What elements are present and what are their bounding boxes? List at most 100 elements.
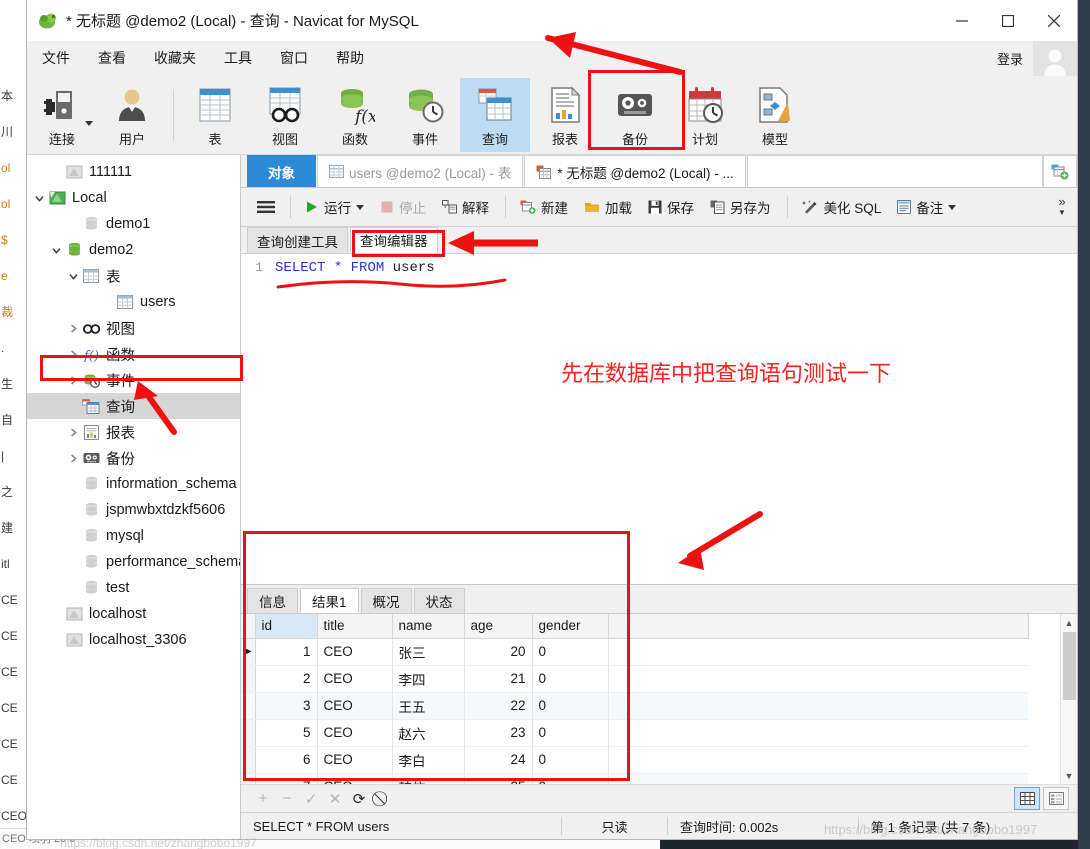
cell-title[interactable]: CEO [317, 746, 393, 774]
toolbar-button-user[interactable]: 用户 [97, 78, 167, 152]
tree-item-[interactable]: 视图 [27, 315, 240, 341]
toolbar-button-table[interactable]: 表 [180, 78, 250, 152]
cell-gender[interactable]: 0 [532, 665, 609, 693]
cell-gender[interactable]: 0 [532, 773, 609, 784]
tree-item-information_schema[interactable]: information_schema [27, 471, 240, 497]
explain-button[interactable]: 解释 [435, 194, 496, 220]
tab-info[interactable]: 信息 [247, 588, 298, 613]
column-header-title[interactable]: title [317, 614, 393, 639]
maximize-button[interactable] [985, 0, 1031, 41]
stop-circle-icon[interactable]: ⃠ [371, 788, 395, 810]
cell-gender[interactable]: 0 [532, 638, 609, 666]
cell-age[interactable]: 25 [464, 773, 533, 784]
chevron-right-icon[interactable] [65, 375, 81, 386]
chevron-right-icon[interactable] [65, 349, 81, 360]
comment-button[interactable]: 备注 [890, 194, 963, 220]
cell-age[interactable]: 21 [464, 665, 533, 693]
toolbar-button-backup[interactable]: 备份 [600, 78, 670, 152]
beautify-sql-button[interactable]: 美化 SQL [795, 194, 889, 220]
chevron-right-icon[interactable] [65, 323, 81, 334]
cancel-x-icon[interactable]: ✕ [323, 788, 347, 810]
cell-title[interactable]: CEO [317, 665, 393, 693]
table-row[interactable]: 3 CEO 王五 22 0 [241, 692, 1028, 720]
scroll-up-icon[interactable]: ▲ [1061, 614, 1078, 631]
cell-id[interactable]: 1 [255, 638, 318, 666]
sql-code-area[interactable]: 1 SELECT * FROM users 先在数据库中把查询语句测试一下 [241, 254, 1077, 584]
menu-help[interactable]: 帮助 [323, 44, 377, 72]
cell-age[interactable]: 23 [464, 719, 533, 747]
menu-file[interactable]: 文件 [29, 44, 83, 72]
new-query-button[interactable]: 新建 [513, 194, 575, 220]
cell-name[interactable]: 韩信 [392, 773, 465, 784]
tree-item-users[interactable]: users [27, 289, 240, 315]
toolbar-button-schedule[interactable]: 计划 [670, 78, 740, 152]
tab-objects[interactable]: 对象 [247, 155, 316, 187]
cell-name[interactable]: 李四 [392, 665, 465, 693]
login-link[interactable]: 登录 [997, 49, 1033, 68]
result-vertical-scrollbar[interactable]: ▲ ▼ [1060, 614, 1077, 784]
tab-users-table[interactable]: users @demo2 (Local) - 表 [317, 155, 524, 187]
tree-item-demo2[interactable]: demo2 [27, 237, 240, 263]
table-row[interactable]: 7CEO韩信250 [241, 773, 1028, 784]
form-view-button[interactable] [1043, 787, 1069, 810]
cell-gender[interactable]: 0 [532, 692, 609, 720]
table-row[interactable]: 6 CEO 李白 24 0 [241, 746, 1028, 774]
cell-id[interactable]: 6 [255, 746, 318, 774]
cell-id[interactable]: 3 [255, 692, 318, 720]
tree-item-performance_schema[interactable]: performance_schema [27, 549, 240, 575]
cell-id[interactable]: 5 [255, 719, 318, 747]
cell-age[interactable]: 22 [464, 692, 533, 720]
toolbar-button-connection[interactable]: 连接 [27, 78, 97, 152]
cell-gender[interactable]: 0 [532, 746, 609, 774]
tree-item-[interactable]: 事件 [27, 367, 240, 393]
sql-text[interactable]: SELECT * FROM users [269, 254, 1077, 584]
tree-item-[interactable]: 报表 [27, 419, 240, 445]
tree-item-demo1[interactable]: demo1 [27, 211, 240, 237]
hamburger-menu-button[interactable] [251, 197, 281, 217]
run-button[interactable]: 运行 [298, 194, 371, 220]
avatar[interactable] [1033, 41, 1077, 76]
refresh-icon[interactable]: ⟳ [347, 788, 371, 810]
chevron-down-icon[interactable] [48, 245, 64, 256]
cell-id[interactable]: 2 [255, 665, 318, 693]
scroll-down-icon[interactable]: ▼ [1061, 767, 1078, 784]
tab-query-editor[interactable]: 查询编辑器 [350, 227, 438, 253]
toolbar-button-view[interactable]: 视图 [250, 78, 320, 152]
tab-untitled-query[interactable]: * 无标题 @demo2 (Local) - ... [524, 155, 746, 187]
cell-name[interactable]: 张三 [392, 638, 465, 666]
table-row[interactable]: 2 CEO 李四 21 0 [241, 665, 1028, 693]
tree-item-mysql[interactable]: mysql [27, 523, 240, 549]
tab-result1[interactable]: 结果1 [300, 588, 359, 613]
stop-button[interactable]: 停止 [373, 194, 433, 220]
cell-name[interactable]: 李白 [392, 746, 465, 774]
toolbar-button-query[interactable]: 查询 [460, 78, 530, 152]
cell-name[interactable]: 赵六 [392, 719, 465, 747]
check-icon[interactable]: ✓ [299, 788, 323, 810]
scrollbar-thumb[interactable] [1062, 632, 1076, 700]
cell-id[interactable]: 7 [255, 773, 318, 784]
save-button[interactable]: 保存 [641, 194, 701, 220]
column-header-gender[interactable]: gender [532, 614, 609, 639]
toolbar-button-function[interactable]: f(x) 函数 [320, 78, 390, 152]
cell-title[interactable]: CEO [317, 692, 393, 720]
cell-gender[interactable]: 0 [532, 719, 609, 747]
toolbar-button-report[interactable]: 报表 [530, 78, 600, 152]
save-as-button[interactable]: 另存为 [703, 194, 778, 220]
toolbar-button-model[interactable]: 模型 [740, 78, 810, 152]
tab-query-builder[interactable]: 查询创建工具 [247, 227, 348, 253]
chevron-down-icon[interactable] [85, 121, 93, 126]
chevron-right-icon[interactable] [65, 427, 81, 438]
chevron-down-icon[interactable] [356, 204, 364, 210]
menu-favorites[interactable]: 收藏夹 [141, 44, 209, 72]
tree-item-localhost_3306[interactable]: localhost_3306 [27, 627, 240, 653]
menu-tools[interactable]: 工具 [211, 44, 265, 72]
chevron-right-icon[interactable] [65, 453, 81, 464]
grid-view-button[interactable] [1014, 787, 1040, 810]
chevron-down-icon[interactable] [65, 271, 81, 282]
tree-item-[interactable]: 表 [27, 263, 240, 289]
toolbar-overflow-button[interactable]: » ▼ [1051, 188, 1073, 226]
menu-window[interactable]: 窗口 [267, 44, 321, 72]
column-header-name[interactable]: name [392, 614, 465, 639]
cell-title[interactable]: CEO [317, 773, 393, 784]
toolbar-button-event[interactable]: 事件 [390, 78, 460, 152]
